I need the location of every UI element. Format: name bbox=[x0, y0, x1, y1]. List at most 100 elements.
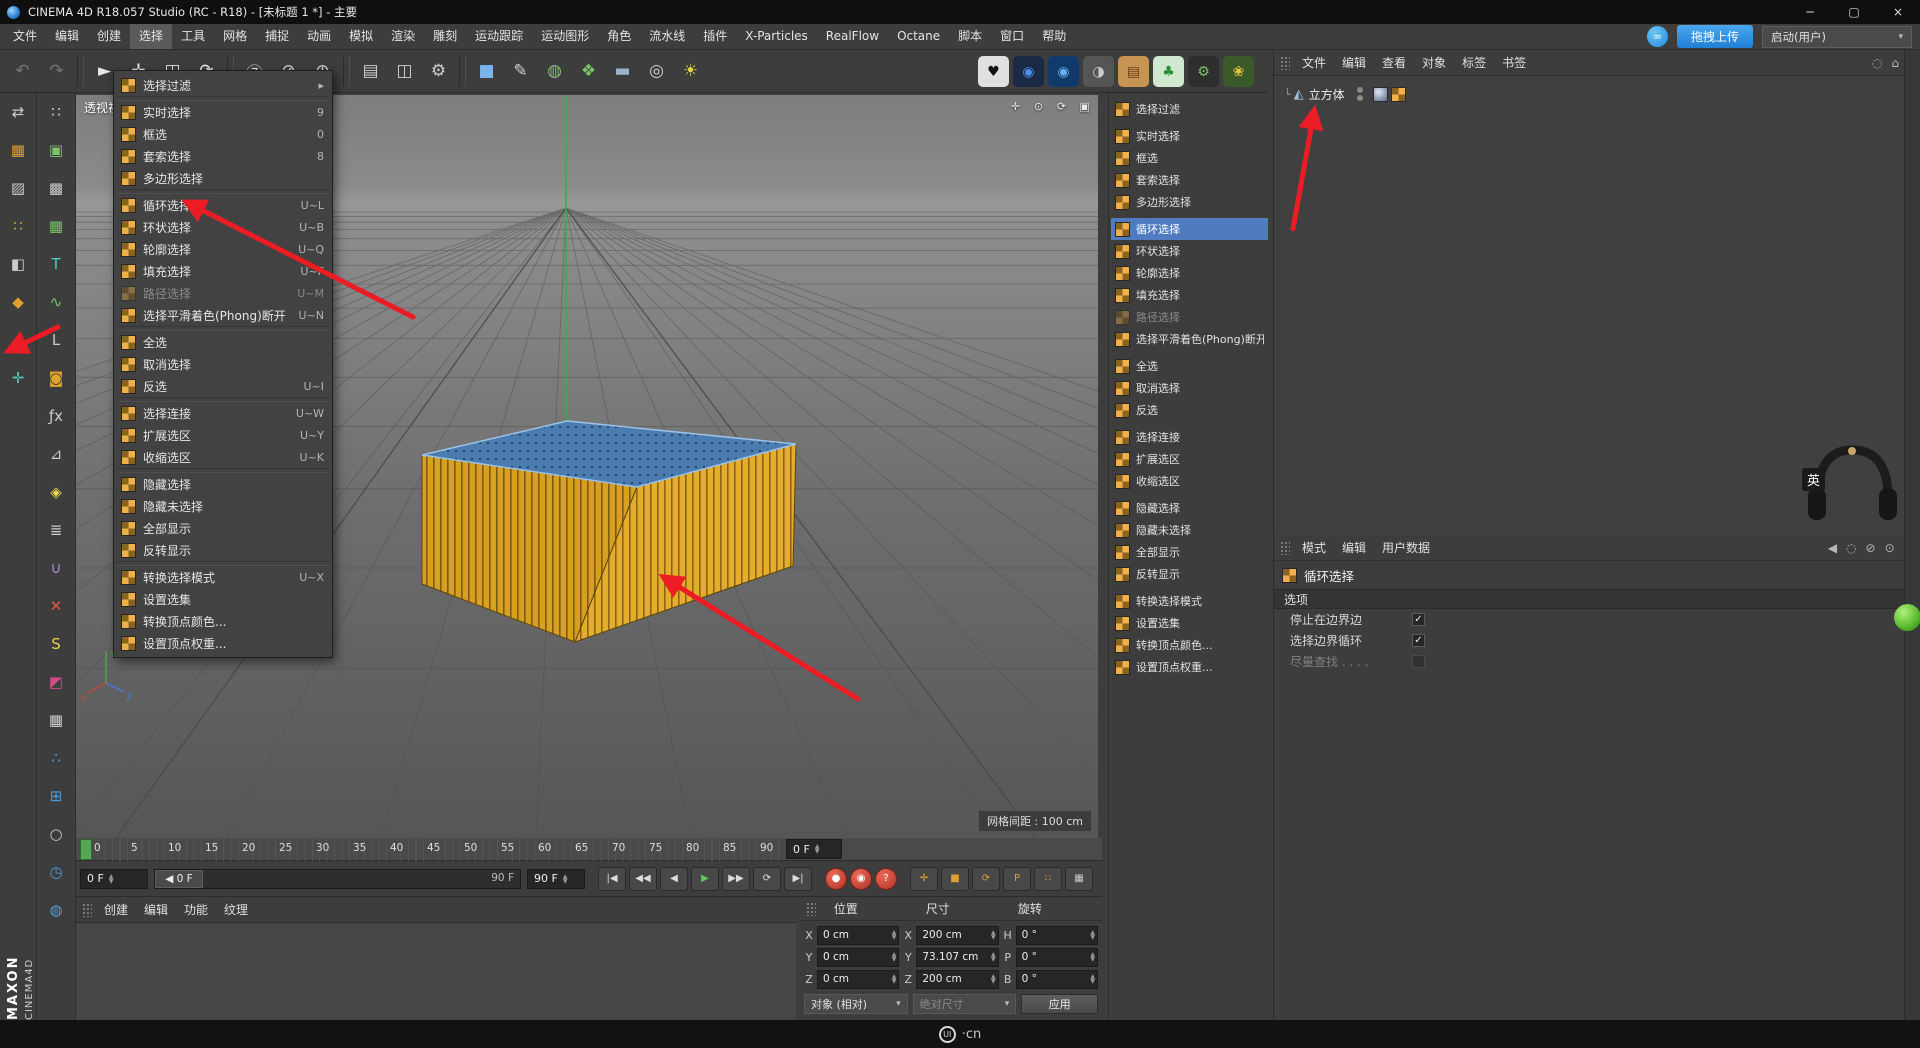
light-icon[interactable]: ☀ bbox=[674, 53, 707, 89]
object-name-label[interactable]: 立方体 bbox=[1309, 86, 1345, 103]
editor-visibility-dot[interactable] bbox=[1357, 87, 1363, 93]
menubar-item-mesh[interactable]: 网格 bbox=[214, 24, 256, 49]
grid-icon[interactable]: ▦ bbox=[43, 707, 69, 733]
menu-hide-unselected-icon[interactable]: 隐藏未选择 bbox=[114, 495, 332, 517]
menu-hide-selected-icon[interactable]: 隐藏选择 bbox=[114, 473, 332, 495]
rotation-h-field[interactable]: 0 °▲▼ bbox=[1016, 926, 1098, 945]
grip-icon[interactable] bbox=[1280, 56, 1290, 70]
position-x-field[interactable]: 0 cm▲▼ bbox=[817, 926, 899, 945]
menubar-item-edit[interactable]: 编辑 bbox=[46, 24, 88, 49]
record-parameter-toggle[interactable]: P bbox=[1003, 867, 1031, 891]
loop-button[interactable]: ⟳ bbox=[753, 867, 781, 891]
palette-invert-visibility-icon[interactable]: 反转显示 bbox=[1111, 563, 1268, 585]
stop-at-boundary-checkbox[interactable]: ✓ bbox=[1412, 613, 1425, 626]
palette-set-vertex-color-icon[interactable]: 转换顶点颜色... bbox=[1111, 634, 1268, 656]
green-sphere-button[interactable] bbox=[1894, 604, 1920, 631]
undo-icon[interactable]: ↶ bbox=[6, 53, 39, 89]
sculpt-icon[interactable]: S bbox=[43, 631, 69, 657]
next-frame-button[interactable]: ▶▶ bbox=[722, 867, 750, 891]
sphere-icon[interactable]: ◍ bbox=[43, 897, 69, 923]
object-row[interactable]: └ ◭ 立方体 bbox=[1274, 84, 1920, 104]
menubar-item-realflow[interactable]: RealFlow bbox=[817, 24, 888, 49]
spinner-icon[interactable]: ▲▼ bbox=[815, 844, 820, 854]
edge-mode-icon[interactable]: ◧ bbox=[5, 251, 31, 277]
coordinate-mode-dropdown[interactable]: 对象 (相对)▾ bbox=[804, 994, 908, 1014]
menu-outline-selection-icon[interactable]: 轮廓选择U~Q bbox=[114, 238, 332, 260]
grip-icon[interactable] bbox=[806, 902, 816, 916]
render-view-icon[interactable]: ▤ bbox=[354, 53, 387, 89]
object-manager-menu-item[interactable]: 文件 bbox=[1294, 54, 1334, 71]
menubar-item-help[interactable]: 帮助 bbox=[1033, 24, 1075, 49]
render-settings-icon[interactable]: ⚙ bbox=[422, 53, 455, 89]
vertex-paint-icon[interactable]: ◩ bbox=[43, 669, 69, 695]
palette-invert-selection-icon[interactable]: 反选 bbox=[1111, 399, 1268, 421]
menu-set-vertex-color-icon[interactable]: 转换顶点颜色... bbox=[114, 610, 332, 632]
text-tool-icon[interactable]: T bbox=[43, 251, 69, 277]
xparticles-icon[interactable]: ♥ bbox=[978, 56, 1009, 87]
range-end-field[interactable]: 90 F ▲▼ bbox=[527, 869, 585, 889]
object-manager-menu-item[interactable]: 书签 bbox=[1494, 54, 1534, 71]
toolbar-separator[interactable] bbox=[77, 56, 84, 86]
menu-loop-selection-icon[interactable]: 循环选择U~L bbox=[114, 194, 332, 216]
menubar-item-window[interactable]: 窗口 bbox=[991, 24, 1033, 49]
menu-set-vertex-weight-icon[interactable]: 设置顶点权重... bbox=[114, 632, 332, 654]
material-manager-menu-item[interactable]: 纹理 bbox=[216, 901, 256, 918]
magnet-icon[interactable]: ∪ bbox=[43, 555, 69, 581]
sync-cloud-icon[interactable]: ∞ bbox=[1647, 26, 1668, 47]
options-section-header[interactable]: 选项 bbox=[1274, 589, 1920, 609]
record-scale-toggle[interactable]: ■ bbox=[941, 867, 969, 891]
layout-dropdown[interactable]: 启动(用户) ▾ bbox=[1762, 26, 1912, 48]
menu-live-selection-icon[interactable]: 实时选择9 bbox=[114, 101, 332, 123]
phong-tag-icon[interactable] bbox=[1373, 87, 1388, 102]
menu-ring-selection-icon[interactable]: 环状选择U~B bbox=[114, 216, 332, 238]
object-manager-menu-item[interactable]: 编辑 bbox=[1334, 54, 1374, 71]
palette-lasso-selection-icon[interactable]: 套索选择 bbox=[1111, 169, 1268, 191]
menu-deselect-all-icon[interactable]: 取消选择 bbox=[114, 353, 332, 375]
search-icon[interactable]: ◌ bbox=[1846, 541, 1856, 555]
mesh-mode-icon[interactable]: ▲ bbox=[5, 327, 31, 353]
palette-convert-selection-icon[interactable]: 转换选择模式 bbox=[1111, 590, 1268, 612]
menubar-item-motion-tracker[interactable]: 运动跟踪 bbox=[466, 24, 532, 49]
menu-polygon-selection-icon[interactable]: 多边形选择 bbox=[114, 167, 332, 189]
menu-select-connected-icon[interactable]: 选择连接U~W bbox=[114, 402, 332, 424]
menu-invert-selection-icon[interactable]: 反选U~I bbox=[114, 375, 332, 397]
pan-view-icon[interactable]: ✛ bbox=[1008, 99, 1023, 114]
minimize-button[interactable]: ─ bbox=[1788, 0, 1832, 24]
primitive-cube-icon[interactable]: ■ bbox=[470, 53, 503, 89]
palette-select-all-icon[interactable]: 全选 bbox=[1111, 355, 1268, 377]
wood-icon[interactable]: ▤ bbox=[1118, 56, 1149, 87]
size-z-field[interactable]: 200 cm▲▼ bbox=[916, 970, 998, 989]
attribute-manager-menu-item[interactable]: 模式 bbox=[1294, 539, 1334, 556]
menubar-item-snap[interactable]: 捕捉 bbox=[256, 24, 298, 49]
menubar-item-script[interactable]: 脚本 bbox=[949, 24, 991, 49]
menubar-item-create[interactable]: 创建 bbox=[88, 24, 130, 49]
palette-live-selection-icon[interactable]: 实时选择 bbox=[1111, 125, 1268, 147]
menu-shrink-selection-icon[interactable]: 收缩选区U~K bbox=[114, 446, 332, 468]
menubar-item-pipeline[interactable]: 流水线 bbox=[640, 24, 694, 49]
time-icon[interactable]: ◷ bbox=[43, 859, 69, 885]
texture-icon[interactable]: ▩ bbox=[43, 175, 69, 201]
menu-convert-selection-icon[interactable]: 转换选择模式U~X bbox=[114, 566, 332, 588]
keyframe-mode-button[interactable]: ▦ bbox=[1065, 867, 1093, 891]
menubar-item-character[interactable]: 角色 bbox=[598, 24, 640, 49]
menu-select-all-icon[interactable]: 全选 bbox=[114, 331, 332, 353]
material-manager-menu-item[interactable]: 功能 bbox=[176, 901, 216, 918]
gear-icon[interactable]: ⚙ bbox=[1188, 56, 1219, 87]
grip-icon[interactable] bbox=[82, 903, 92, 917]
rotate-view-icon[interactable]: ⟳ bbox=[1054, 99, 1069, 114]
menu-show-all-icon[interactable]: 全部显示 bbox=[114, 517, 332, 539]
cube-object[interactable] bbox=[422, 421, 796, 642]
quantize-icon[interactable]: ▣ bbox=[43, 137, 69, 163]
zoom-view-icon[interactable]: ⊙ bbox=[1031, 99, 1046, 114]
menu-fill-selection-icon[interactable]: 填充选择U~F bbox=[114, 260, 332, 282]
polygon-mode-icon[interactable]: ◆ bbox=[5, 289, 31, 315]
material-manager-menu-item[interactable]: 编辑 bbox=[136, 901, 176, 918]
toolbar-separator[interactable] bbox=[459, 56, 466, 86]
apply-button[interactable]: 应用 bbox=[1021, 994, 1098, 1014]
palette-set-vertex-weight-icon[interactable]: 设置顶点权重... bbox=[1111, 656, 1268, 678]
attribute-manager-menu-item[interactable]: 用户数据 bbox=[1374, 539, 1438, 556]
prev-key-button[interactable]: ◀◀ bbox=[629, 867, 657, 891]
enable-axis-icon[interactable]: ✛ bbox=[5, 365, 31, 391]
upload-button[interactable]: 拖拽上传 bbox=[1677, 25, 1753, 48]
menubar-item-render[interactable]: 渲染 bbox=[382, 24, 424, 49]
